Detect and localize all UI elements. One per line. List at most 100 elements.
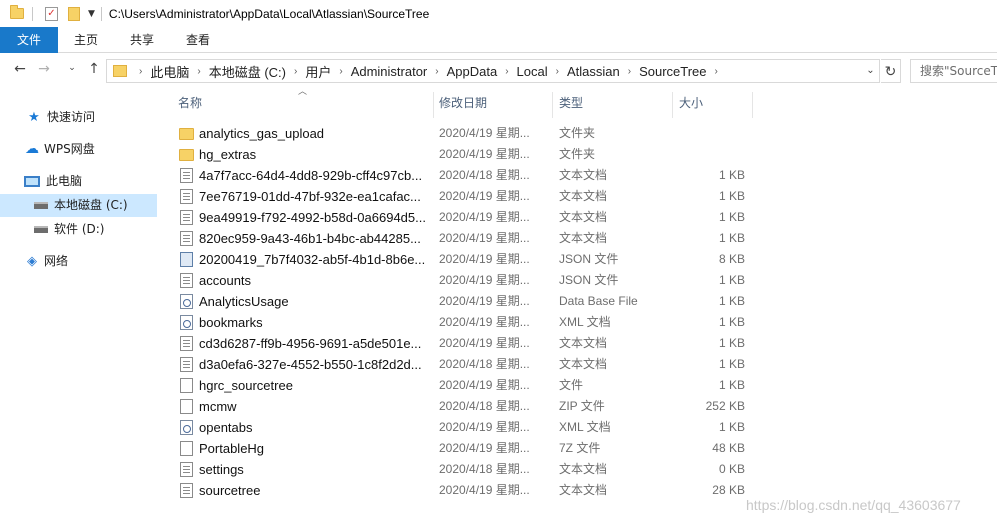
file-row[interactable]: PortableHg 2020/4/19 星期... 7Z 文件 48 KB [172, 438, 772, 459]
up-arrow-icon[interactable]: ↑ [84, 61, 104, 77]
chevron-right-icon[interactable]: › [552, 66, 563, 77]
file-size: 1 KB [718, 273, 745, 287]
new-folder-icon[interactable] [68, 6, 80, 21]
customize-toolbar-dropdown-icon[interactable]: ▼ [88, 9, 95, 19]
ribbon-tabs: 文件 主页 共享 查看 [0, 27, 997, 53]
file-row[interactable]: opentabs 2020/4/19 星期... XML 文档 1 KB [172, 417, 772, 438]
breadcrumb-drive-c[interactable]: 本地磁盘 (C:) [205, 62, 290, 81]
nav-item-network[interactable]: ◈ 网络 [24, 250, 68, 273]
file-date: 2020/4/19 星期... [439, 189, 530, 203]
file-row[interactable]: settings 2020/4/18 星期... 文本文档 0 KB [172, 459, 772, 480]
chevron-right-icon[interactable]: › [335, 66, 346, 77]
nav-item-drive-d[interactable]: 软件 (D:) [34, 218, 104, 241]
column-divider[interactable] [672, 92, 673, 118]
file-name: 20200419_7b7f4032-ab5f-4b1d-8b6e... [199, 252, 426, 267]
folder-icon [179, 128, 194, 140]
file-size: 1 KB [718, 189, 745, 203]
file-row[interactable]: analytics_gas_upload 2020/4/19 星期... 文件夹 [172, 123, 772, 144]
chevron-right-icon[interactable]: › [290, 66, 301, 77]
refresh-icon[interactable]: ↻ [881, 59, 901, 83]
file-date: 2020/4/19 星期... [439, 420, 530, 434]
breadcrumb-atlassian[interactable]: Atlassian [563, 64, 624, 79]
chevron-right-icon[interactable]: › [431, 66, 442, 77]
properties-icon[interactable]: ✓ [45, 6, 58, 21]
recent-locations-chevron-icon[interactable]: ⌄ [62, 63, 82, 73]
folder-icon [179, 149, 194, 161]
file-name: d3a0efa6-327e-4552-b550-1c8f2d2d... [199, 357, 422, 372]
file-type: 文本文档 [559, 357, 608, 371]
file-row[interactable]: accounts 2020/4/19 星期... JSON 文件 1 KB [172, 270, 772, 291]
tab-home[interactable]: 主页 [58, 27, 114, 53]
column-header-type[interactable]: 类型 [559, 89, 669, 117]
address-bar[interactable]: › 此电脑 › 本地磁盘 (C:) › 用户 › Administrator ›… [106, 59, 880, 83]
file-row[interactable]: 4a7f7acc-64d4-4dd8-929b-cff4c97cb... 2020… [172, 165, 772, 186]
tab-view[interactable]: 查看 [170, 27, 226, 53]
column-divider[interactable] [752, 92, 753, 118]
nav-item-drive-c[interactable]: 本地磁盘 (C:) [0, 194, 157, 217]
file-name: opentabs [199, 420, 253, 435]
column-divider[interactable] [433, 92, 434, 118]
file-date: 2020/4/19 星期... [439, 315, 530, 329]
address-history-dropdown-icon[interactable]: ⌄ [861, 60, 879, 82]
file-row[interactable]: bookmarks 2020/4/19 星期... XML 文档 1 KB [172, 312, 772, 333]
file-row[interactable]: hgrc_sourcetree 2020/4/19 星期... 文件 1 KB [172, 375, 772, 396]
breadcrumb-local[interactable]: Local [513, 64, 552, 79]
title-bar: ✓ ▼ C:\Users\Administrator\AppData\Local… [0, 0, 997, 27]
file-name: cd3d6287-ff9b-4956-9691-a5de501e... [199, 336, 422, 351]
file-row[interactable]: 820ec959-9a43-46b1-b4bc-ab44285... 2020/4… [172, 228, 772, 249]
chevron-right-icon[interactable]: › [135, 66, 146, 77]
file-name: bookmarks [199, 315, 263, 330]
breadcrumb-users[interactable]: 用户 [301, 62, 335, 81]
column-header-name[interactable]: 名称 [178, 89, 428, 117]
tab-share[interactable]: 共享 [114, 27, 170, 53]
navigation-bar: ← → ⌄ ↑ › 此电脑 › 本地磁盘 (C:) › 用户 › Adminis… [0, 57, 997, 85]
file-row[interactable]: hg_extras 2020/4/19 星期... 文件夹 [172, 144, 772, 165]
file-row[interactable]: sourcetree 2020/4/19 星期... 文本文档 28 KB [172, 480, 772, 501]
column-header-size[interactable]: 大小 [679, 89, 749, 117]
file-type: 文本文档 [559, 189, 608, 203]
breadcrumb-appdata[interactable]: AppData [443, 64, 502, 79]
nav-item-this-pc[interactable]: 此电脑 [24, 170, 82, 193]
file-date: 2020/4/18 星期... [439, 357, 530, 371]
breadcrumb-administrator[interactable]: Administrator [347, 64, 432, 79]
file-type: 文本文档 [559, 231, 608, 245]
file-row[interactable]: d3a0efa6-327e-4552-b550-1c8f2d2d... 2020/… [172, 354, 772, 375]
column-header-date[interactable]: 修改日期 [439, 89, 549, 117]
file-size: 1 KB [718, 210, 745, 224]
window-title: C:\Users\Administrator\AppData\Local\Atl… [108, 6, 430, 21]
breadcrumb-this-pc[interactable]: 此电脑 [146, 62, 193, 81]
file-type: Data Base File [559, 294, 638, 308]
file-size: 1 KB [718, 420, 745, 434]
chevron-right-icon[interactable]: › [624, 66, 635, 77]
file-row[interactable]: 9ea49919-f792-4992-b58d-0a6694d5... 2020/… [172, 207, 772, 228]
file-size: 8 KB [718, 252, 745, 266]
file-name: 7ee76719-01dd-47bf-932e-ea1cafac... [199, 189, 421, 204]
file-type: JSON 文件 [559, 273, 619, 287]
nav-item-quick-access[interactable]: ★ 快速访问 [26, 106, 95, 129]
file-name: 820ec959-9a43-46b1-b4bc-ab44285... [199, 231, 421, 246]
file-row[interactable]: cd3d6287-ff9b-4956-9691-a5de501e... 2020/… [172, 333, 772, 354]
forward-arrow-icon[interactable]: → [34, 61, 54, 77]
text-file-icon [180, 189, 193, 204]
chevron-right-icon[interactable]: › [193, 66, 204, 77]
file-date: 2020/4/19 星期... [439, 252, 530, 266]
file-date: 2020/4/19 星期... [439, 378, 530, 392]
file-type: 文件夹 [559, 147, 596, 161]
cloud-icon: ☁ [25, 141, 39, 157]
file-size: 28 KB [712, 483, 745, 497]
file-row[interactable]: mcmw 2020/4/18 星期... ZIP 文件 252 KB [172, 396, 772, 417]
breadcrumb-sourcetree[interactable]: SourceTree [635, 64, 710, 79]
file-date: 2020/4/19 星期... [439, 231, 530, 245]
chevron-right-icon[interactable]: › [501, 66, 512, 77]
file-row[interactable]: 20200419_7b7f4032-ab5f-4b1d-8b6e... 2020/… [172, 249, 772, 270]
tab-file[interactable]: 文件 [0, 27, 59, 53]
search-input[interactable]: 搜索"SourceTree" [910, 59, 997, 83]
column-divider[interactable] [552, 92, 553, 118]
chevron-right-icon[interactable]: › [711, 66, 722, 77]
back-arrow-icon[interactable]: ← [10, 61, 30, 77]
file-row[interactable]: AnalyticsUsage 2020/4/19 星期... Data Base F… [172, 291, 772, 312]
nav-item-wps[interactable]: ☁ WPS网盘 [24, 138, 95, 161]
file-name: 4a7f7acc-64d4-4dd8-929b-cff4c97cb... [199, 168, 423, 183]
file-type: 文本文档 [559, 336, 608, 350]
file-row[interactable]: 7ee76719-01dd-47bf-932e-ea1cafac... 2020/… [172, 186, 772, 207]
